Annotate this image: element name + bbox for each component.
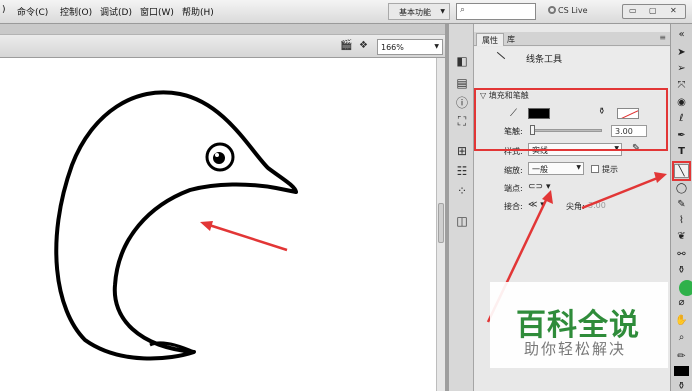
- annotation-arrow-stage: [205, 222, 288, 252]
- paint-bucket-icon[interactable]: ⚱: [674, 264, 689, 278]
- cap-style-select[interactable]: ⊂⊃ ▾: [528, 182, 550, 192]
- brush-icon[interactable]: ⌇: [674, 214, 689, 228]
- cs-live-label: CS Live: [558, 6, 588, 15]
- edit-scene-icon[interactable]: 🎬: [340, 40, 354, 53]
- workspace-select[interactable]: 基本功能 ▼: [388, 3, 450, 20]
- panel-menu-icon[interactable]: ≡: [659, 33, 666, 42]
- cap-label: 端点:: [504, 184, 523, 193]
- transform-panel-icon[interactable]: ⛶: [454, 114, 470, 130]
- restore-icon[interactable]: ▢: [649, 6, 657, 15]
- scale-select[interactable]: 一般 ▼: [528, 162, 584, 175]
- pencil-icon[interactable]: ✎: [674, 198, 689, 212]
- vertical-scrollbar[interactable]: [436, 58, 445, 391]
- collapsed-panels: ◧ ▤ ⓘ ⛶ ⊞ ☷ ⁘ ◫: [449, 24, 474, 391]
- help-search-input[interactable]: ⌕: [456, 3, 536, 20]
- zoom-select[interactable]: 166% ▼: [377, 39, 443, 55]
- motion-presets-icon[interactable]: ⁘: [454, 184, 470, 200]
- tab-library[interactable]: 库: [502, 33, 520, 46]
- stage-canvas[interactable]: [0, 58, 436, 391]
- info-panel-icon[interactable]: ⓘ: [454, 94, 470, 110]
- edit-symbols-icon[interactable]: ❖: [359, 40, 373, 53]
- color-panel-icon[interactable]: ◧: [454, 54, 470, 70]
- deco-icon[interactable]: ❦: [674, 230, 689, 244]
- stroke-color-chip[interactable]: [674, 366, 689, 376]
- document-toolbar: 🎬 ❖ 166% ▼: [0, 34, 445, 58]
- workspace-label: 基本功能: [399, 8, 431, 17]
- menu-control[interactable]: 控制(O): [60, 5, 92, 18]
- dolphin-eye-pupil: [213, 152, 225, 164]
- scrollbar-thumb[interactable]: [438, 203, 444, 243]
- stroke-color-tool-icon[interactable]: ✏: [674, 350, 689, 364]
- chevron-down-icon: ▼: [576, 164, 581, 171]
- selection-arrow-icon[interactable]: ➤: [674, 46, 689, 60]
- 3d-rotation-icon[interactable]: ◉: [674, 96, 689, 110]
- dolphin-drawing: [54, 90, 298, 361]
- components-panel-icon[interactable]: ☷: [454, 164, 470, 180]
- zoom-icon[interactable]: ⌕: [674, 331, 689, 345]
- pen-icon[interactable]: ✒: [674, 129, 689, 143]
- fill-color-tool-icon[interactable]: ⚱: [674, 380, 689, 391]
- join-label: 接合:: [504, 202, 523, 211]
- search-icon: ⌕: [460, 5, 466, 15]
- highlight-line-tool: [672, 161, 691, 181]
- code-snippets-icon[interactable]: ◫: [454, 214, 470, 230]
- bone-icon[interactable]: ⚯: [674, 248, 689, 262]
- dolphin-eye-highlight: [215, 153, 219, 157]
- scale-label: 缩放:: [504, 166, 523, 175]
- hand-icon[interactable]: ✋: [674, 314, 689, 328]
- minimize-icon[interactable]: ▭: [629, 6, 637, 15]
- close-icon[interactable]: ✕: [670, 6, 677, 15]
- chevron-down-icon: ▼: [434, 43, 439, 50]
- hint-checkbox[interactable]: [591, 165, 599, 173]
- menu-help[interactable]: 帮助(H): [182, 5, 214, 18]
- badge-icon: [679, 280, 692, 296]
- hint-label: 提示: [602, 165, 618, 174]
- menu-bar: ) 命令(C) 控制(O) 调试(D) 窗口(W) 帮助(H) 基本功能 ▼ ⌕…: [0, 0, 692, 24]
- chevron-down-icon: ▼: [440, 8, 445, 15]
- free-transform-icon[interactable]: ⤧: [674, 79, 689, 93]
- oval-icon[interactable]: ◯: [674, 182, 689, 196]
- eyedropper-icon[interactable]: ⌀: [674, 296, 689, 310]
- dolphin-outline: [54, 90, 298, 361]
- watermark-subtitle: 助你轻松解决: [524, 340, 627, 358]
- text-icon[interactable]: T: [674, 145, 689, 159]
- zoom-value: 166%: [381, 43, 404, 52]
- annotation-arrowhead-stage: [200, 221, 213, 231]
- menu-command[interactable]: 命令(C): [17, 5, 48, 18]
- miter-label: 尖角:: [566, 202, 585, 211]
- cs-live-button[interactable]: CS Live: [548, 6, 588, 15]
- collapse-icon[interactable]: «: [674, 28, 689, 42]
- highlight-fill-stroke: [474, 88, 668, 151]
- align-panel-icon[interactable]: ▤: [454, 76, 470, 92]
- lasso-icon[interactable]: ℓ: [674, 112, 689, 126]
- window-controls: ▭ ▢ ✕: [622, 4, 686, 19]
- subselect-icon[interactable]: ➢: [674, 62, 689, 76]
- menu-debug[interactable]: 调试(D): [100, 5, 132, 18]
- menu-window[interactable]: 窗口(W): [140, 5, 174, 18]
- tab-properties[interactable]: 属性: [476, 33, 504, 46]
- tools-panel: « ➤ ➢ ⤧ ◉ ℓ ✒ T ╲ ◯ ✎ ⌇ ❦ ⚯ ⚱ ⌀ ✋ ⌕ ✏ ⚱: [670, 24, 692, 391]
- menu-fragment[interactable]: ): [2, 5, 6, 15]
- panel-tabs: 属性 库 ≡: [474, 32, 670, 46]
- join-style-select[interactable]: ≪ ▾: [528, 200, 545, 210]
- scale-value: 一般: [532, 165, 548, 174]
- tool-name: 线条工具: [526, 55, 563, 65]
- miter-value: 3.00: [588, 201, 606, 210]
- watermark: 百科全说 助你轻松解决: [490, 282, 668, 368]
- history-panel-icon[interactable]: ⊞: [454, 144, 470, 160]
- cs-live-icon: [548, 6, 556, 14]
- tool-header: [474, 47, 670, 91]
